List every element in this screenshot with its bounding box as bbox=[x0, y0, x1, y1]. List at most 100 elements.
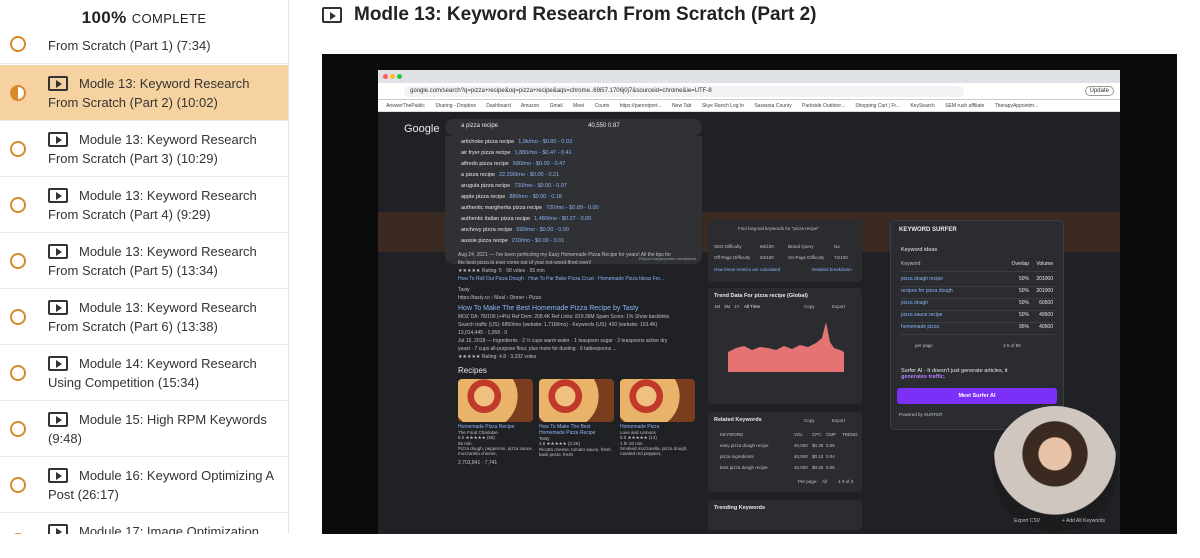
surfer-row: pizza dough 50% 60500 bbox=[901, 300, 1055, 311]
lesson-status-icon bbox=[10, 252, 26, 269]
surfer-row: pizza sauce recipe 50% 49500 bbox=[901, 312, 1055, 323]
suggestion-item: alfredo pizza recipe 590/mo - $0.00 - 0.4… bbox=[461, 161, 566, 167]
lecture-title: Modle 13: Keyword Research From Scratch … bbox=[354, 4, 817, 25]
lesson-item[interactable]: Module 13: Keyword Research From Scratch… bbox=[0, 177, 288, 233]
lesson-item[interactable]: Module 13: Keyword Research From Scratch… bbox=[0, 289, 288, 345]
col-vol: VOL bbox=[794, 432, 804, 437]
related-kw: easy pizza dough recipe bbox=[720, 443, 769, 448]
recipe-desc: Smoked mozzarella, pizza dough, roasted … bbox=[620, 446, 688, 456]
onpage-value: 72/100 bbox=[834, 255, 848, 260]
related-cmp: 0.05 bbox=[826, 465, 835, 470]
surfer-ai-promo: Surfer AI - It doesn't just generate art… bbox=[901, 368, 1008, 380]
lesson-status-icon bbox=[10, 420, 26, 437]
lesson-item[interactable]: Module 15: High RPM Keywords (9:48) bbox=[0, 401, 288, 457]
export-button: Export bbox=[832, 418, 846, 423]
copy-button: Copy bbox=[804, 304, 815, 309]
lesson-item[interactable]: Module 13: Keyword Research From Scratch… bbox=[0, 121, 288, 177]
copy-button: Copy bbox=[804, 418, 815, 423]
bookmark: Shopping Cart | Fr... bbox=[855, 103, 900, 109]
result-rating: ★★★★★ Rating: 5 · 58 votes · 55 min bbox=[458, 268, 545, 274]
related-cpc: $0.26 bbox=[812, 465, 824, 470]
lesson-label: Modle 13: Keyword Research From Scratch … bbox=[48, 76, 250, 110]
range-1m: 1M bbox=[714, 304, 721, 309]
range-1y: 1Y bbox=[734, 304, 740, 309]
suggestion-item: authentic margherita pizza recipe 720/mo … bbox=[461, 205, 599, 211]
lesson-status-icon bbox=[10, 36, 26, 52]
close-dot-icon bbox=[383, 74, 388, 79]
longtail-placeholder: Find long-tail keywords for "pizza recip… bbox=[738, 226, 819, 231]
surfer-title: KEYWORD SURFER bbox=[899, 227, 957, 233]
lecture-header: Modle 13: Keyword Research From Scratch … bbox=[322, 2, 816, 28]
result-sitelinks: How To Roll Out Pizza Dough · How To Par… bbox=[458, 276, 665, 282]
recipe-desc: Pizza dough, pepperoni, pizza sauce, moz… bbox=[458, 446, 533, 456]
recipe-card: How To Make The Best Homemade Pizza Reci… bbox=[539, 379, 614, 457]
video-player[interactable]: google.com/search?q=pizza+recipe&oq=pizz… bbox=[322, 54, 1177, 534]
lesson-item-active[interactable]: Modle 13: Keyword Research From Scratch … bbox=[0, 65, 288, 121]
lesson-label: Module 13: Keyword Research From Scratch… bbox=[48, 132, 257, 166]
recipe-cards: Homemade Pizza Recipe The Food Charlatan… bbox=[458, 379, 698, 457]
lesson-item[interactable]: Module 16: Keyword Optimizing A Post (26… bbox=[0, 457, 288, 513]
organic-results: Aug 24, 2021 — I've been perfecting my E… bbox=[458, 252, 698, 468]
related-cmp: 0.05 bbox=[826, 443, 835, 448]
browser-url-bar: google.com/search?q=pizza+recipe&oq=pizz… bbox=[378, 83, 1120, 100]
bookmark: Skye Ranch Log In bbox=[701, 103, 745, 109]
brand-query-label: Brand Query bbox=[788, 244, 814, 249]
col-trend: TREND bbox=[842, 432, 858, 437]
result-snippet: MOZ DA: 78/100 (+4%) Ref Dom: 208.4K Ref… bbox=[458, 314, 670, 320]
lesson-status-icon bbox=[10, 140, 26, 157]
detailed-breakdown-link: Detailed breakdown bbox=[812, 267, 852, 272]
result-title: How To Make The Best Homemade Pizza Reci… bbox=[458, 305, 639, 312]
per-page-label: Per page: bbox=[798, 479, 818, 484]
related-vol: 40,500 bbox=[794, 465, 808, 470]
suggestion-item: anchovy pizza recipe 590/mo - $0.00 - 0.0… bbox=[461, 227, 569, 233]
related-kw: pizza ingredients bbox=[720, 454, 754, 459]
bookmark: Gmail bbox=[549, 103, 563, 109]
google-logo: Google bbox=[404, 123, 440, 135]
bookmark: https://parentport... bbox=[619, 103, 662, 109]
recipe-card: Homemade Pizza Love and Lemons 5.0 ★★★★★… bbox=[620, 379, 695, 457]
bookmark: Courts bbox=[594, 103, 610, 109]
lesson-status-icon bbox=[10, 196, 26, 213]
how-calculated-link: How these metrics are calculated bbox=[714, 267, 781, 272]
lesson-sidebar: 100% COMPLETE From Scratch (Part 1) (7:3… bbox=[0, 0, 289, 558]
related-title: Related Keywords bbox=[714, 417, 762, 423]
lesson-item[interactable]: Module 13: Keyword Research From Scratch… bbox=[0, 233, 288, 289]
surfer-page-range: 1-5 of 80 bbox=[1003, 343, 1021, 348]
lesson-status-icon bbox=[10, 308, 26, 325]
lesson-status-icon bbox=[10, 364, 26, 381]
page-footer bbox=[0, 534, 1200, 558]
suggestion-item: authentic italian pizza recipe 1,480/mo -… bbox=[461, 216, 592, 222]
lesson-item[interactable]: Module 14: Keyword Research Using Compet… bbox=[0, 345, 288, 401]
result-snippet: yeast · 7 cups all-purpose flour, plus m… bbox=[458, 346, 617, 352]
presenter-webcam bbox=[992, 406, 1118, 532]
pizza-image bbox=[539, 379, 614, 422]
meet-surfer-ai-button: Meet Surfer AI bbox=[897, 388, 1057, 404]
minimize-dot-icon bbox=[390, 74, 395, 79]
export-csv-button: Export CSV bbox=[1014, 518, 1041, 524]
range-3m: 3M bbox=[724, 304, 731, 309]
col-cpc: CPC bbox=[812, 432, 822, 437]
bookmark: Meet bbox=[573, 103, 585, 109]
recipe-desc: Ricotta cheese, tomato sauce, fresh basi… bbox=[539, 447, 611, 457]
browser-url: google.com/search?q=pizza+recipe&oq=pizz… bbox=[404, 86, 964, 97]
related-keywords-panel: Related Keywords Copy Export KEYWORD VOL… bbox=[708, 412, 862, 492]
trend-panel: Trend Data For pizza recipe (Global) 1M … bbox=[708, 288, 862, 404]
suggestion-item: a pizza recipe 22,200/mo - $0.00 - 0.21 bbox=[461, 172, 560, 178]
result-snippet: Search traffic (US): 6850/mo (website: 1… bbox=[458, 322, 658, 328]
lesson-label: Module 14: Keyword Research Using Compet… bbox=[48, 356, 257, 390]
suggestion-item: arugula pizza recipe 720/mo - $0.00 - 0.0… bbox=[461, 183, 567, 189]
result-site: Tasty bbox=[458, 287, 470, 293]
trend-chart bbox=[714, 312, 844, 374]
lesson-label: Module 13: Keyword Research From Scratch… bbox=[48, 188, 257, 222]
related-cmp: 0.04 bbox=[826, 454, 835, 459]
powered-by-surfer: Powered by SURFER bbox=[899, 412, 943, 417]
bookmark: Amazon bbox=[520, 103, 540, 109]
progress-percent: 100% bbox=[81, 8, 127, 27]
offpage-label: Off-Page Difficulty bbox=[714, 255, 751, 260]
browser-tab-strip bbox=[378, 70, 1120, 83]
search-suggestions: artichoke pizza recipe 1,9k/mo - $0.80 - … bbox=[445, 136, 702, 264]
maximize-dot-icon bbox=[397, 74, 402, 79]
bookmark: Parkside Outdoor... bbox=[802, 103, 845, 109]
bookmark: SEM rush affiliate bbox=[945, 103, 985, 109]
surfer-row: pizza dough recipe 50% 201000 bbox=[901, 276, 1055, 287]
